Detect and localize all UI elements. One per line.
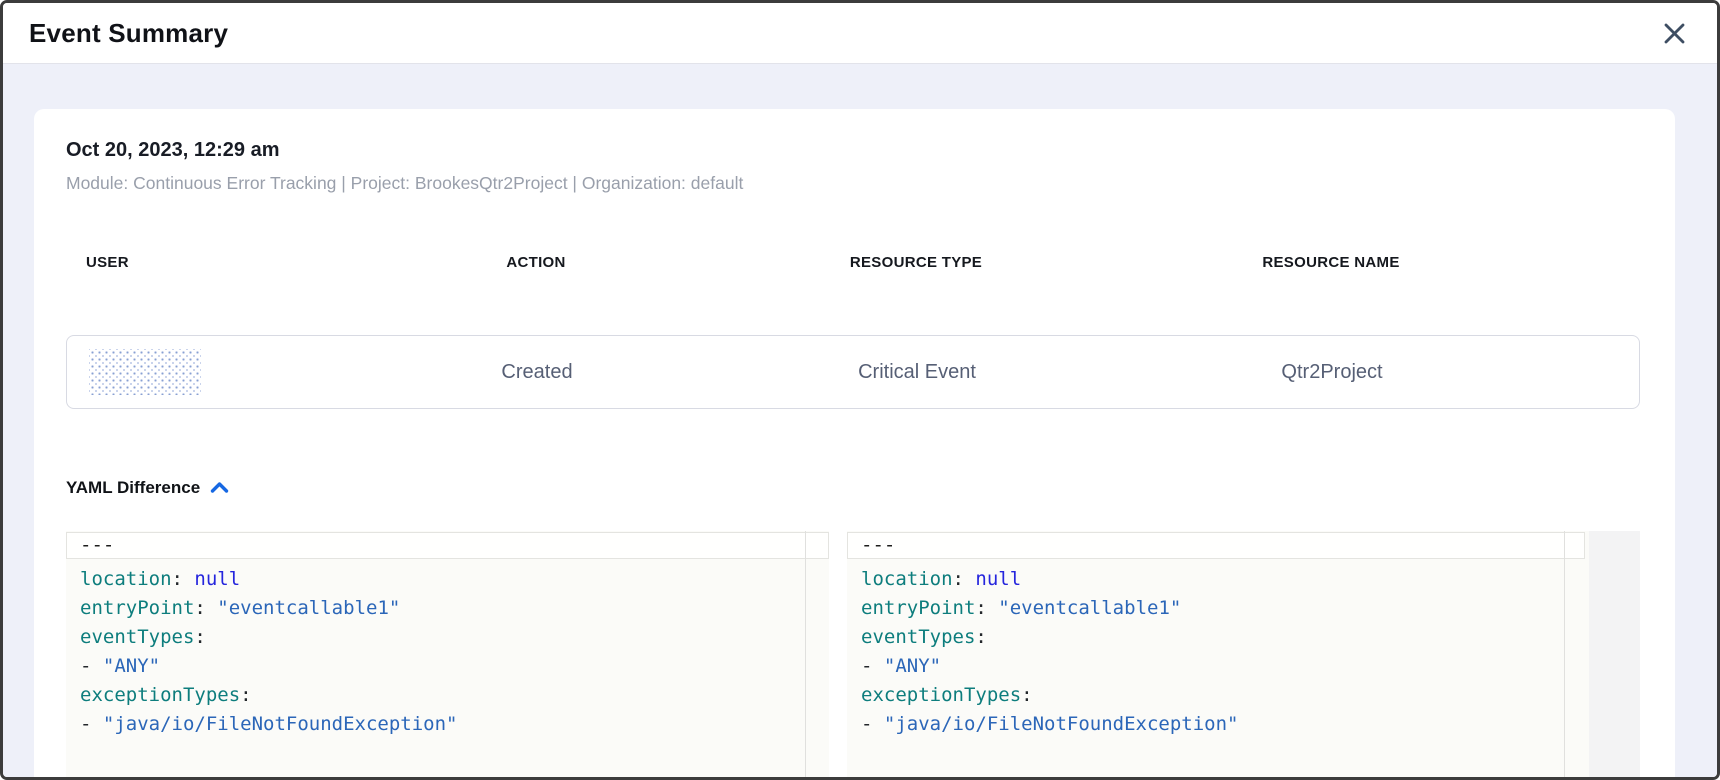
- redacted-user-pattern-icon: [89, 349, 201, 395]
- yaml-pane-right[interactable]: --- location: nullentryPoint: "eventcall…: [847, 531, 1640, 777]
- table-row: Created Critical Event Qtr2Project: [66, 335, 1640, 409]
- yaml-doc-separator-right: ---: [847, 532, 1585, 559]
- yaml-difference-toggle[interactable]: YAML Difference: [66, 478, 286, 497]
- resource-name-cell: Qtr2Project: [1197, 361, 1467, 384]
- page-title: Event Summary: [29, 18, 228, 49]
- audit-table: USER ACTION RESOURCE TYPE RESOURCE NAME …: [66, 255, 1640, 409]
- event-card: Oct 20, 2023, 12:29 am Module: Continuou…: [34, 109, 1675, 777]
- yaml-difference-label: YAML Difference: [66, 478, 200, 498]
- yaml-pane-left[interactable]: --- location: nullentryPoint: "eventcall…: [66, 531, 829, 777]
- scrollbar-track-right[interactable]: [1589, 531, 1640, 777]
- user-cell: [67, 349, 437, 395]
- resource-type-cell: Critical Event: [637, 361, 1197, 384]
- close-button[interactable]: [1661, 20, 1687, 46]
- yaml-code-right: location: nullentryPoint: "eventcallable…: [847, 559, 1640, 739]
- yaml-diff-view: --- location: nullentryPoint: "eventcall…: [66, 531, 1640, 777]
- column-header-resource-type: RESOURCE TYPE: [636, 255, 1196, 271]
- event-summary-modal: Event Summary Oct 20, 2023, 12:29 am Mod…: [0, 0, 1720, 780]
- modal-body: Oct 20, 2023, 12:29 am Module: Continuou…: [3, 64, 1717, 777]
- column-header-action: ACTION: [436, 255, 636, 271]
- event-timestamp: Oct 20, 2023, 12:29 am: [66, 139, 1640, 161]
- chevron-up-icon: [210, 481, 229, 494]
- column-header-resource-name: RESOURCE NAME: [1196, 255, 1466, 271]
- column-header-user: USER: [66, 255, 436, 271]
- close-icon: [1663, 22, 1686, 45]
- yaml-doc-separator-left: ---: [66, 532, 829, 559]
- table-header-row: USER ACTION RESOURCE TYPE RESOURCE NAME: [66, 255, 1640, 271]
- yaml-code-left: location: nullentryPoint: "eventcallable…: [66, 559, 829, 739]
- scrollbar-gutter-left: [805, 531, 806, 777]
- event-meta: Module: Continuous Error Tracking | Proj…: [66, 173, 1640, 193]
- modal-header: Event Summary: [3, 3, 1717, 64]
- action-cell: Created: [437, 361, 637, 384]
- scrollbar-gutter-right: [1564, 531, 1565, 777]
